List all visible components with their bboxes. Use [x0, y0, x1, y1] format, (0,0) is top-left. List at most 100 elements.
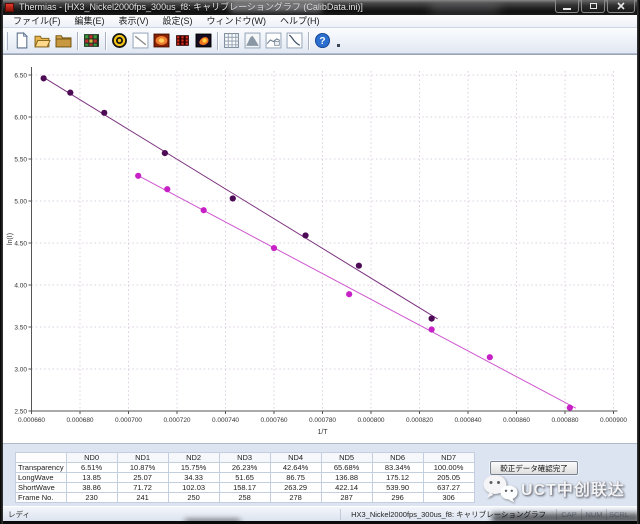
- longwave-data-point: [346, 291, 352, 297]
- menu-settings[interactable]: 設定(S): [156, 15, 200, 28]
- table-header-row: ND0ND1ND2ND3ND4ND5ND6ND7: [16, 453, 475, 463]
- table-cell: 241: [117, 493, 168, 503]
- shortwave-data-point: [429, 316, 435, 322]
- shortwave-data-point: [356, 263, 362, 269]
- calibration-chart-canvas: 0.0006600.0006800.0007000.0007200.000740…: [3, 55, 637, 444]
- menu-help[interactable]: ヘルプ(H): [273, 15, 327, 28]
- x-tick-label: 0.000780: [309, 417, 336, 424]
- x-axis-label: 1/T: [317, 429, 328, 436]
- table-cell: 26.23%: [219, 463, 270, 473]
- decay-chart-icon: [286, 32, 303, 49]
- table-cell: 15.75%: [168, 463, 219, 473]
- app-window: Thermias - [HX3_Nickel2000fps_300us_f8: …: [0, 0, 640, 524]
- sensor-grid-button[interactable]: [81, 30, 102, 51]
- toolbar-grip[interactable]: [5, 32, 8, 50]
- histogram-button[interactable]: [242, 30, 263, 51]
- shortwave-data-point: [162, 150, 168, 156]
- menu-view[interactable]: 表示(V): [112, 15, 156, 28]
- table-cell: 83.34%: [372, 463, 423, 473]
- close-icon: [617, 2, 625, 10]
- table-cell: 205.05: [423, 473, 474, 483]
- x-tick-label: 0.000900: [600, 417, 627, 424]
- table-cell: 102.03: [168, 483, 219, 493]
- table-cell: 637.27: [423, 483, 474, 493]
- minimize-button[interactable]: [555, 0, 579, 13]
- grid-button[interactable]: [221, 30, 242, 51]
- longwave-data-point: [164, 186, 170, 192]
- line-graph-button[interactable]: [130, 30, 151, 51]
- longwave-data-point: [201, 207, 207, 213]
- table-cell: 6.51%: [66, 463, 117, 473]
- histogram-icon: [244, 32, 261, 49]
- column-header-ND3: ND3: [219, 453, 270, 463]
- table-cell: 34.33: [168, 473, 219, 483]
- maximize-icon: [590, 3, 597, 9]
- table-cell: 42.64%: [270, 463, 321, 473]
- thermal-image-icon: [153, 32, 170, 49]
- open-folder-button[interactable]: [32, 30, 53, 51]
- table-cell: 258: [219, 493, 270, 503]
- svg-text:?: ?: [319, 36, 325, 47]
- toolbar-overflow-button[interactable]: [333, 30, 343, 51]
- table-cell: 51.65: [219, 473, 270, 483]
- y-tick-label: 3.00: [14, 366, 27, 373]
- line-graph-icon: [132, 32, 149, 49]
- table-cell: 287: [321, 493, 372, 503]
- blurred-watermark: [230, 2, 322, 12]
- decay-chart-button[interactable]: [284, 30, 305, 51]
- x-tick-label: 0.000660: [18, 417, 45, 424]
- menu-bar: ファイル(F)編集(E)表示(V)設定(S)ウィンドウ(W)ヘルプ(H): [1, 15, 639, 28]
- menu-window[interactable]: ウィンドウ(W): [200, 15, 274, 28]
- shortwave-data-point: [230, 195, 236, 201]
- shortwave-data-point: [302, 232, 308, 238]
- table-cell: 306: [423, 493, 474, 503]
- x-tick-label: 0.000880: [551, 417, 578, 424]
- new-file-button[interactable]: [11, 30, 32, 51]
- maximize-button[interactable]: [581, 0, 605, 13]
- longwave-data-point: [567, 405, 573, 411]
- profile-chart-icon: [265, 32, 282, 49]
- shadow-smudge: [492, 513, 640, 523]
- y-tick-label: 5.00: [14, 198, 27, 205]
- menu-edit[interactable]: 編集(E): [68, 15, 112, 28]
- table-cell: 10.87%: [117, 463, 168, 473]
- profile-chart-button[interactable]: [263, 30, 284, 51]
- thermal-image-button[interactable]: [151, 30, 172, 51]
- target-button[interactable]: [109, 30, 130, 51]
- table-cell: 278: [270, 493, 321, 503]
- thermal-flame-button[interactable]: [193, 30, 214, 51]
- x-tick-label: 0.000800: [357, 417, 384, 424]
- hot-pixel-grid-button[interactable]: [172, 30, 193, 51]
- y-tick-label: 3.50: [14, 324, 27, 331]
- close-button[interactable]: [607, 0, 635, 13]
- help-button[interactable]: ?: [312, 30, 333, 51]
- series-longwave: [135, 173, 576, 411]
- table-cell: 230: [66, 493, 117, 503]
- y-tick-label: 6.50: [14, 72, 27, 79]
- app-icon: [5, 3, 14, 12]
- longwave-data-point: [487, 354, 493, 360]
- x-tick-label: 0.000680: [66, 417, 93, 424]
- table-cell: 71.72: [117, 483, 168, 493]
- menu-file[interactable]: ファイル(F): [6, 15, 68, 28]
- sensor-grid-icon: [83, 32, 100, 49]
- x-tick-label: 0.000700: [115, 417, 142, 424]
- y-tick-label: 4.00: [14, 282, 27, 289]
- table-cell: 25.07: [117, 473, 168, 483]
- folder-button[interactable]: [53, 30, 74, 51]
- longwave-data-point: [271, 245, 277, 251]
- toolbar-separator: [308, 32, 309, 50]
- table-cell: 296: [372, 493, 423, 503]
- longwave-data-point: [429, 326, 435, 332]
- watermark-text: UCT中创联达: [521, 476, 625, 500]
- table-cell: 38.86: [66, 483, 117, 493]
- toolbar-separator: [217, 32, 218, 50]
- calibration-table: ND0ND1ND2ND3ND4ND5ND6ND7Transparency6.51…: [15, 452, 475, 503]
- x-tick-label: 0.000840: [454, 417, 481, 424]
- table-cell: 422.14: [321, 483, 372, 493]
- row-label: Transparency: [16, 463, 67, 473]
- y-axis-label: ln(I): [7, 233, 14, 245]
- table-cell: 263.29: [270, 483, 321, 493]
- hot-pixel-grid-icon: [174, 32, 191, 49]
- toolbar-separator: [105, 32, 106, 50]
